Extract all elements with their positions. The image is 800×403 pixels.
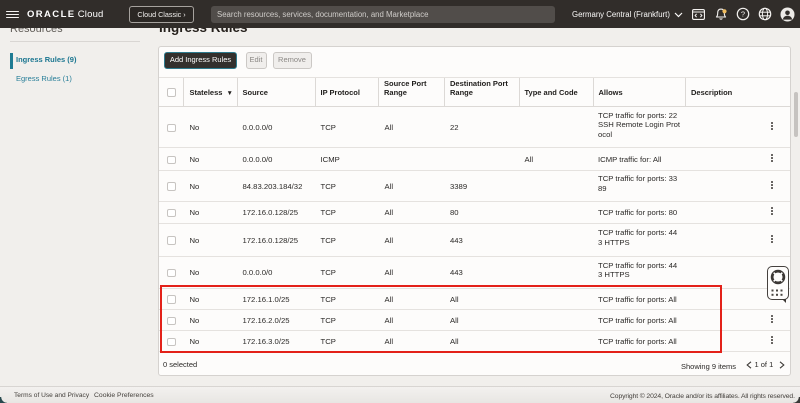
svg-text:?: ? <box>741 10 745 19</box>
